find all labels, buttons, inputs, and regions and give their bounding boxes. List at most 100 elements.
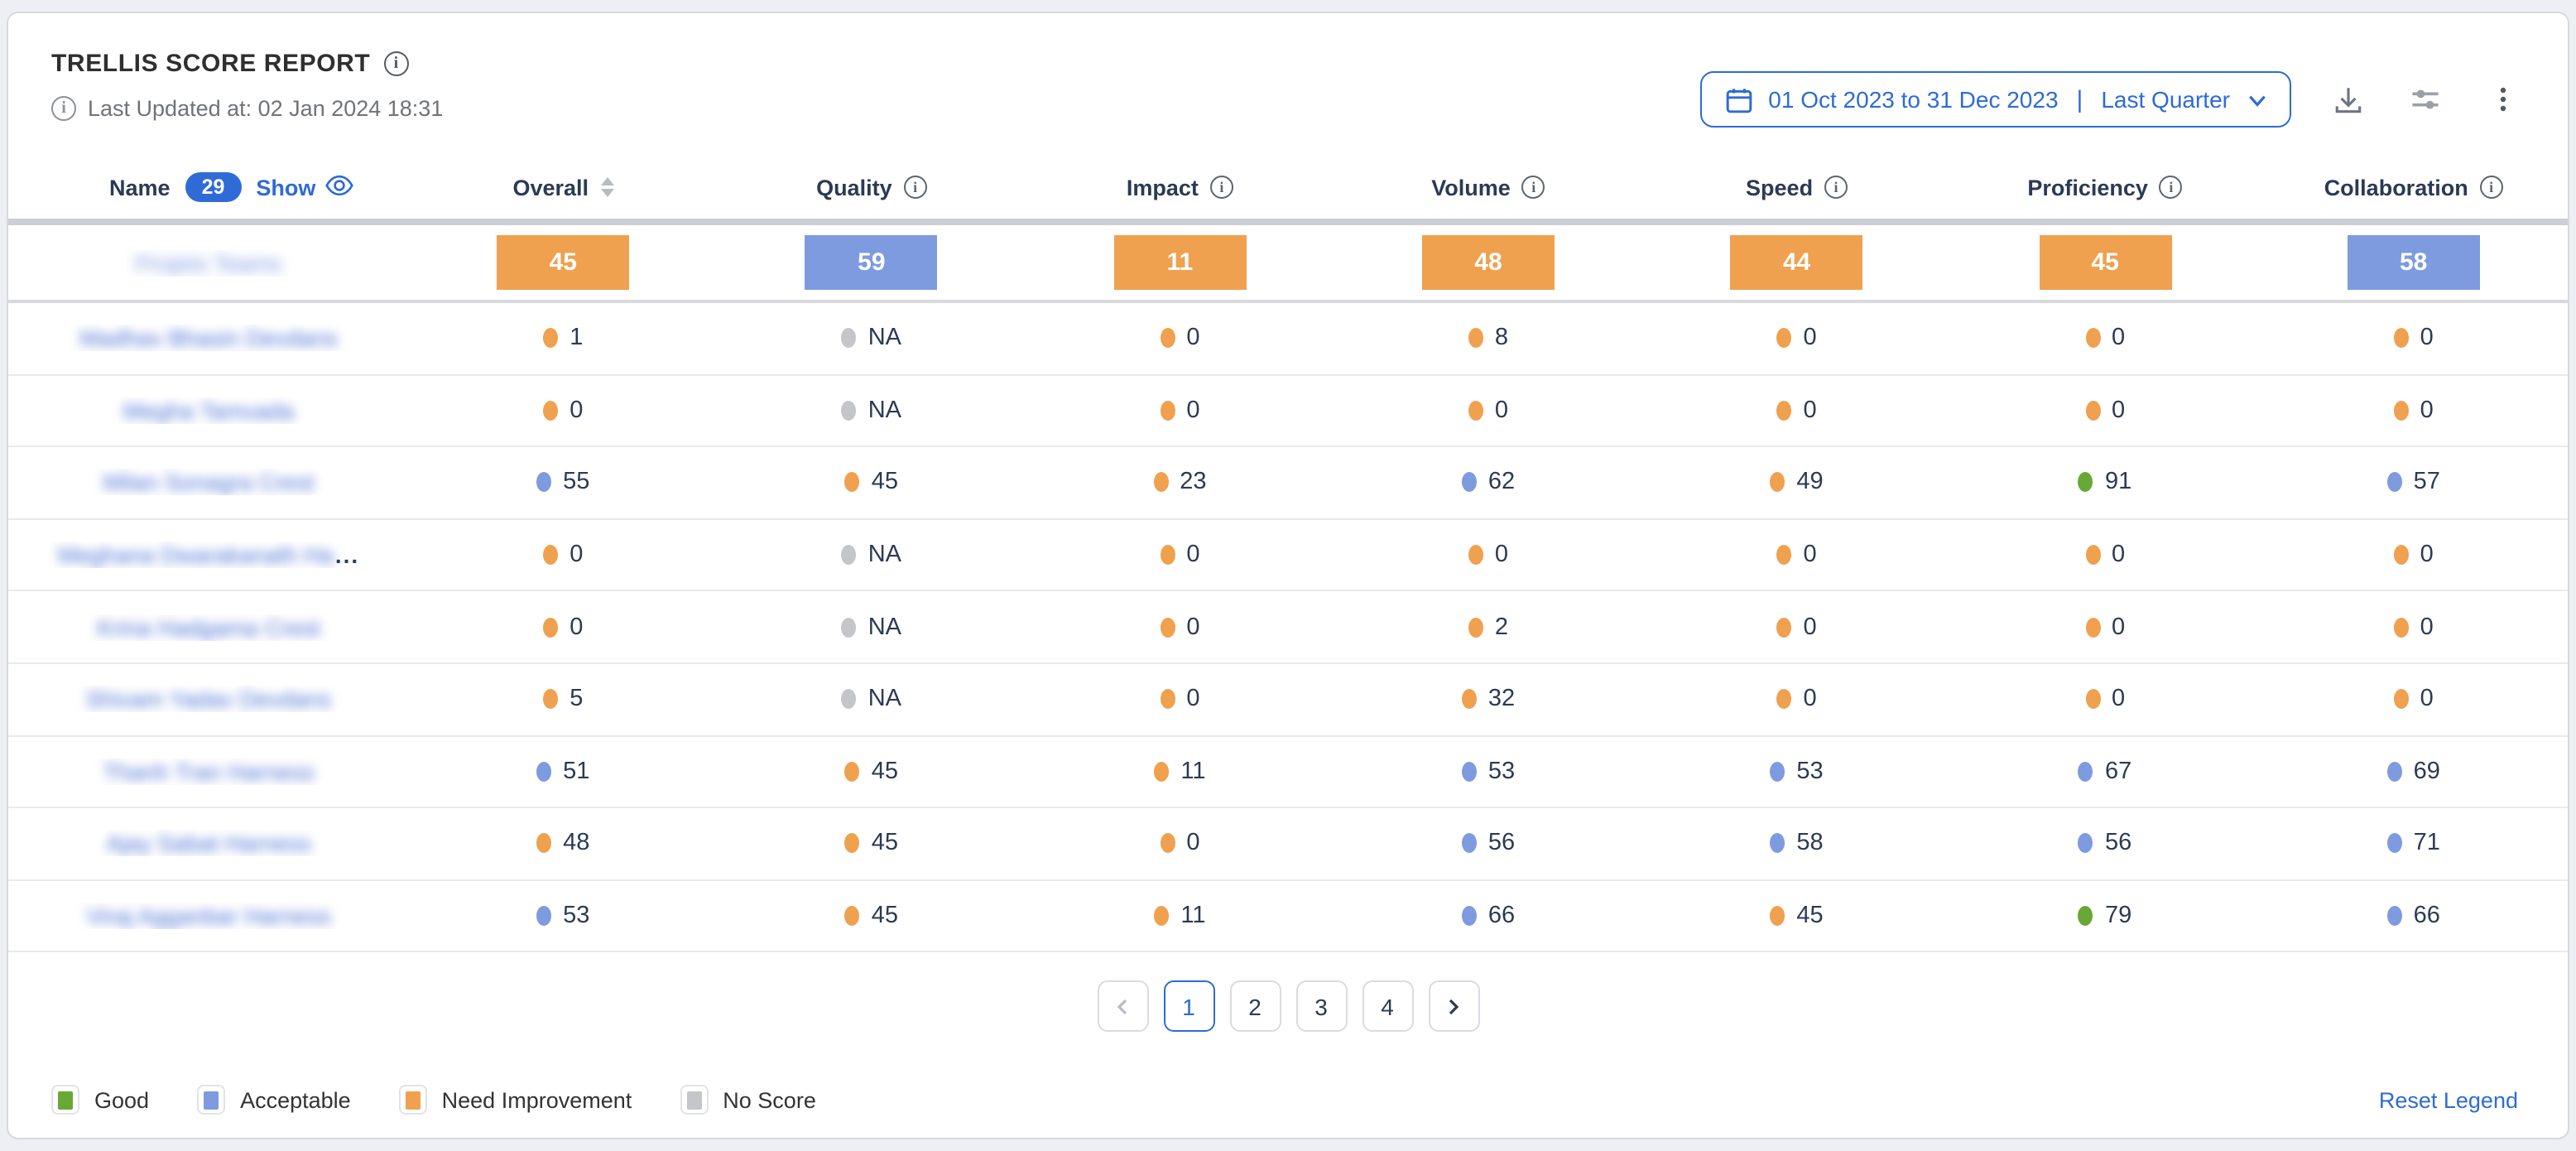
score-dot	[1462, 690, 1477, 710]
legend-swatch	[204, 1091, 219, 1109]
score-cell-proficiency: 0	[1951, 614, 2260, 640]
member-name-cell[interactable]: Krina Hadgama Crest	[8, 614, 409, 640]
score-value: 0	[1186, 397, 1199, 424]
sliders-icon[interactable]	[2404, 78, 2447, 121]
member-name-cell[interactable]: Milan Sonagra Crest	[8, 470, 409, 496]
score-badge-speed[interactable]: 44	[1731, 235, 1863, 290]
score-cell-overall: 0	[409, 542, 718, 568]
column-info-icon[interactable]: i	[904, 176, 927, 199]
legend-item-need-improvement[interactable]: Need Improvement	[399, 1085, 632, 1115]
score-dot	[543, 690, 558, 710]
team-name-cell[interactable]: Projets Teams	[8, 249, 409, 276]
score-badge-volume[interactable]: 48	[1422, 235, 1555, 290]
member-name-cell[interactable]: Megha Tamvada	[8, 397, 409, 424]
score-cell-volume: 32	[1334, 686, 1643, 713]
score-value: 56	[2105, 831, 2131, 857]
member-name-cell[interactable]: Thanh Tran Harness	[8, 759, 409, 785]
sort-icon[interactable]	[600, 177, 613, 197]
score-badge-cell: 58	[2259, 235, 2568, 290]
page-button-3[interactable]: 3	[1295, 981, 1347, 1033]
score-dot	[543, 617, 558, 637]
score-cell-quality: NA	[718, 325, 1026, 352]
member-name-cell[interactable]: Meghana Dwarakanath Ha...	[8, 542, 409, 568]
score-value: 49	[1796, 470, 1823, 496]
column-label: Impact	[1127, 175, 1199, 200]
score-dot	[842, 690, 857, 710]
score-cell-proficiency: 67	[1951, 759, 2260, 785]
legend-item-acceptable[interactable]: Acceptable	[197, 1085, 351, 1115]
legend-bar: Good Acceptable Need Improvement No Score R…	[51, 1085, 2518, 1115]
column-header-overall[interactable]: Overall	[409, 175, 718, 200]
column-info-icon[interactable]: i	[1522, 176, 1545, 199]
score-value: NA	[868, 542, 901, 568]
score-badge-impact[interactable]: 11	[1113, 235, 1246, 290]
score-badge-collaboration[interactable]: 58	[2348, 235, 2480, 290]
score-value: 67	[2105, 759, 2131, 785]
score-cell-quality: 45	[718, 831, 1026, 857]
trellis-score-report-card: TRELLIS SCORE REPORT i i Last Updated at…	[7, 12, 2569, 1139]
score-cell-collaboration: 0	[2259, 614, 2568, 640]
score-cell-proficiency: 0	[1951, 686, 2260, 713]
column-info-icon[interactable]: i	[1824, 176, 1848, 199]
column-header-quality[interactable]: Qualityi	[718, 175, 1026, 200]
column-info-icon[interactable]: i	[2480, 176, 2503, 199]
score-dot	[543, 329, 558, 349]
score-cell-impact: 0	[1026, 831, 1334, 857]
score-dot	[842, 401, 857, 421]
column-header-collaboration[interactable]: Collaborationi	[2259, 175, 2568, 200]
score-dot	[1160, 329, 1175, 349]
score-badge-proficiency[interactable]: 45	[2039, 235, 2171, 290]
column-label: Speed	[1746, 175, 1813, 200]
score-dot	[1160, 401, 1175, 421]
reset-legend-link[interactable]: Reset Legend	[2379, 1087, 2518, 1112]
title-info-icon[interactable]: i	[383, 51, 408, 76]
column-header-impact[interactable]: Impacti	[1026, 175, 1334, 200]
date-range-button[interactable]: 01 Oct 2023 to 31 Dec 2023 | Last Quarte…	[1700, 71, 2291, 128]
score-dot	[2079, 906, 2093, 926]
score-value: 0	[1803, 325, 1816, 352]
score-cell-impact: 0	[1026, 686, 1334, 713]
member-count-badge: 29	[185, 172, 242, 202]
page-button-4[interactable]: 4	[1362, 981, 1413, 1033]
score-badge-quality[interactable]: 59	[805, 235, 938, 290]
member-name-cell[interactable]: Madhav Bhasin Devdans	[8, 325, 409, 352]
member-name-cell[interactable]: Ajay Sabat Harness	[8, 831, 409, 857]
page-button-1[interactable]: 1	[1163, 981, 1214, 1033]
download-icon[interactable]	[2326, 78, 2369, 121]
score-dot	[1160, 690, 1175, 710]
score-badge-cell: 44	[1642, 235, 1951, 290]
score-value: 5	[570, 686, 583, 713]
legend-item-no-score[interactable]: No Score	[680, 1085, 816, 1115]
show-names-button[interactable]: Show	[256, 173, 353, 201]
member-name-cell[interactable]: Viraj Agganbar Harness	[8, 903, 409, 929]
legend-item-good[interactable]: Good	[51, 1085, 149, 1115]
score-cell-collaboration: 57	[2259, 470, 2568, 496]
score-value: 53	[563, 903, 589, 929]
score-value: 0	[1186, 542, 1199, 568]
column-info-icon[interactable]: i	[1210, 176, 1233, 199]
score-value: 0	[1803, 397, 1816, 424]
score-dot	[2085, 329, 2100, 349]
member-name-blurred: Milan Sonagra Crest	[103, 470, 314, 496]
score-value: 0	[1495, 397, 1508, 424]
column-header-speed[interactable]: Speedi	[1642, 175, 1951, 200]
show-label: Show	[256, 175, 315, 200]
legend-label: No Score	[723, 1087, 816, 1112]
column-header-proficiency[interactable]: Proficiencyi	[1951, 175, 2260, 200]
score-value: 56	[1488, 831, 1515, 857]
member-name-cell[interactable]: Shivam Yadav Devdans	[8, 686, 409, 713]
kebab-menu-icon[interactable]	[2482, 78, 2525, 121]
score-dot	[1468, 401, 1483, 421]
column-header-volume[interactable]: Volumei	[1334, 175, 1643, 200]
score-badge-overall[interactable]: 45	[497, 235, 629, 290]
column-info-icon[interactable]: i	[2160, 176, 2183, 199]
score-value: NA	[868, 325, 901, 352]
score-cell-quality: 45	[718, 903, 1026, 929]
member-name-blurred: Ajay Sabat Harness	[106, 831, 310, 857]
member-name-blurred: Megha Tamvada	[123, 397, 295, 424]
next-page-button[interactable]	[1428, 981, 1479, 1033]
score-cell-volume: 56	[1334, 831, 1643, 857]
previous-page-button[interactable]	[1097, 981, 1148, 1033]
legend-label: Good	[94, 1087, 149, 1112]
page-button-2[interactable]: 2	[1229, 981, 1281, 1033]
